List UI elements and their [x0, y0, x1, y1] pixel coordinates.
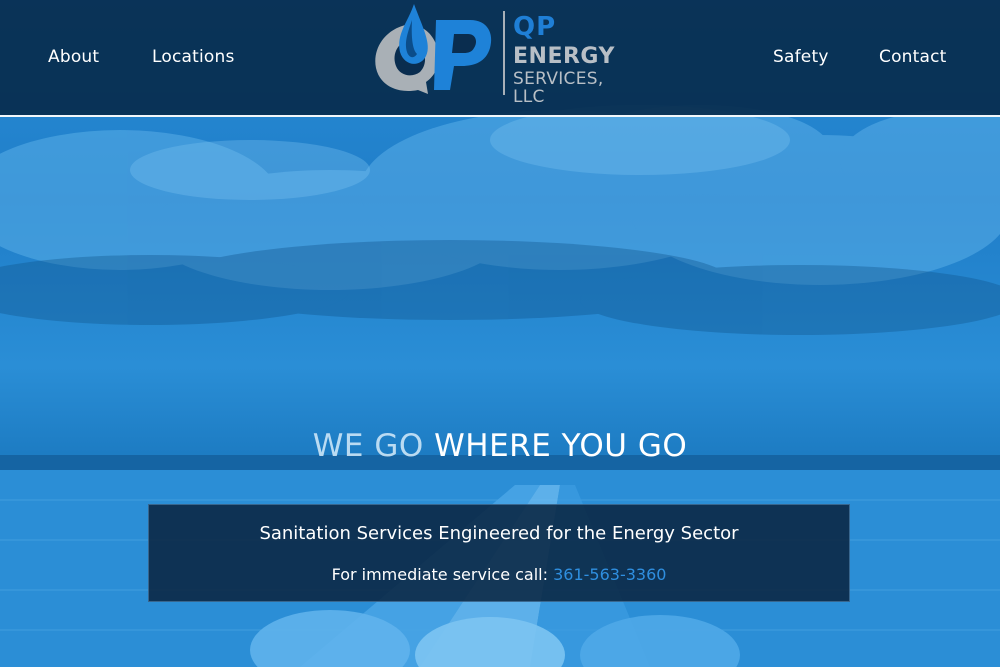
phone-link[interactable]: 361-563-3360: [553, 565, 666, 584]
nav-about[interactable]: About: [48, 47, 99, 67]
nav-safety[interactable]: Safety: [773, 47, 829, 67]
nav-locations[interactable]: Locations: [152, 47, 235, 67]
logo-text-services: SERVICES, LLC: [513, 69, 604, 107]
company-logo[interactable]: QP ENERGY SERVICES, LLC: [370, 4, 630, 106]
tagline: Sanitation Services Engineered for the E…: [259, 523, 739, 544]
service-info-box: Sanitation Services Engineered for the E…: [148, 504, 850, 602]
call-line: For immediate service call: 361-563-3360: [149, 565, 849, 584]
logo-text-energy: ENERGY: [513, 44, 615, 69]
logo-divider: [503, 11, 505, 95]
nav-contact[interactable]: Contact: [879, 47, 947, 67]
call-label: For immediate service call:: [331, 565, 548, 584]
headline-light: WE GO: [312, 428, 424, 464]
logo-text-qp: QP: [513, 12, 557, 42]
site-header: About Locations QP ENERGY SERVICES, LLC …: [0, 0, 1000, 117]
hero-headline: WE GO WHERE YOU GO: [0, 428, 1000, 464]
qp-drop-logo-icon: [375, 4, 492, 94]
headline-strong: WHERE YOU GO: [434, 428, 688, 464]
